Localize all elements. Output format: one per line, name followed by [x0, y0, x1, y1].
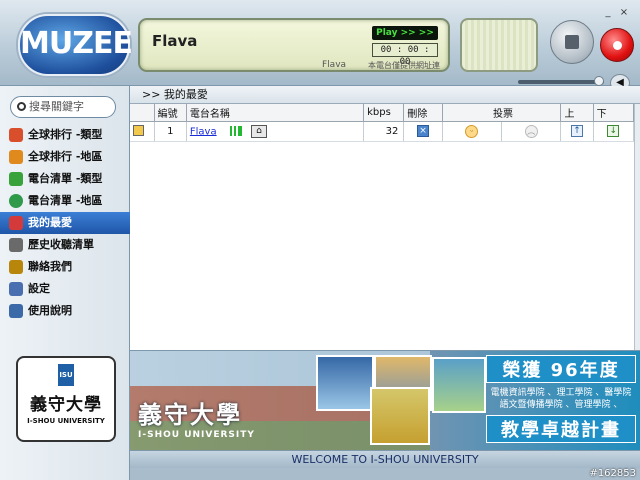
banner-school-zh: 義守大學 — [138, 401, 242, 429]
sidebar-item-help[interactable]: 使用說明 — [0, 300, 130, 322]
close-icon[interactable]: × — [618, 8, 630, 18]
col-header-delete: 刪除 — [403, 104, 443, 122]
globe-genre-icon — [9, 128, 23, 142]
vote-dislike-icon[interactable]: ︵ — [524, 124, 538, 138]
school-logo[interactable]: ISU 義守大學 I-SHOU UNIVERSITY — [16, 356, 116, 442]
delete-icon[interactable]: × — [416, 125, 429, 137]
award-title: 榮獲 96年度 — [486, 355, 636, 383]
sidebar-item-station-region[interactable]: 電台清單 -地區 — [0, 190, 130, 212]
banner-photo — [370, 387, 430, 445]
earth-icon — [9, 194, 23, 208]
school-name-zh: 義守大學 — [30, 395, 102, 415]
sidebar-item-global-genre[interactable]: 全球排行 -類型 — [0, 124, 130, 146]
row-number: 1 — [154, 121, 187, 142]
row-up-cell: ↑ — [560, 121, 594, 142]
sidebar-item-settings[interactable]: 設定 — [0, 278, 130, 300]
sidebar-item-label: 聯絡我們 — [28, 260, 72, 273]
contact-icon — [9, 260, 23, 274]
col-header-kbps[interactable]: kbps — [363, 104, 405, 122]
sidebar-item-contact[interactable]: 聯絡我們 — [0, 256, 130, 278]
favorites-table: 編號 電台名稱 kbps 刪除 投票 上 下 1 Flava ⌂ 32 × ᵕ … — [130, 104, 635, 142]
breadcrumb: >> 我的最愛 — [130, 86, 640, 104]
isu-mark: ISU — [58, 364, 74, 386]
sidebar-item-label: 歷史收聽清單 — [28, 238, 94, 251]
sidebar-item-label: 電台清單 -類型 — [28, 172, 103, 185]
banner-photo — [432, 357, 486, 413]
now-playing-display: Flava Play >> >> 00 : 00 : 00 Flava 本電台僅… — [138, 18, 450, 72]
move-down-icon[interactable]: ↓ — [607, 125, 620, 137]
sub-station-name: Flava — [322, 60, 347, 70]
table-row[interactable]: 1 Flava ⌂ 32 × ᵕ ︵ ↑ ↓ — [130, 121, 635, 142]
status-bar: WELCOME TO I-SHOU UNIVERSITY — [130, 450, 640, 468]
sidebar-item-label: 全球排行 -地區 — [28, 150, 103, 163]
play-status: Play >> >> — [372, 26, 438, 40]
sidebar-item-history[interactable]: 歷史收聽清單 — [0, 234, 130, 256]
award-subtitle: 教學卓越計畫 — [486, 415, 636, 443]
col-header-up: 上 — [560, 104, 594, 122]
settings-icon — [9, 282, 23, 296]
row-down-cell: ↓ — [593, 121, 635, 142]
sidebar-item-label: 設定 — [28, 282, 50, 295]
search-placeholder: 搜尋關鍵字 — [29, 100, 84, 113]
station-note: 本電台僅提供網址連 — [368, 61, 440, 70]
col-header-down: 下 — [593, 104, 635, 122]
move-up-icon[interactable]: ↑ — [571, 125, 584, 137]
row-delete-cell: × — [403, 121, 443, 142]
music-note-icon — [9, 172, 23, 186]
table-header-row: 編號 電台名稱 kbps 刪除 投票 上 下 — [130, 104, 635, 122]
history-icon — [9, 238, 23, 252]
sidebar-item-label: 電台清單 -地區 — [28, 194, 103, 207]
stop-button[interactable] — [550, 20, 594, 64]
col-header-vote: 投票 — [442, 104, 562, 122]
promo-banner[interactable]: 義守大學 I-SHOU UNIVERSITY 榮獲 96年度 電機資訊學院 、理… — [130, 350, 640, 450]
main-panel: >> 我的最愛 編號 電台名稱 kbps 刪除 投票 上 下 1 Flava ⌂… — [130, 86, 640, 350]
banner-school-name: 義守大學 I-SHOU UNIVERSITY — [138, 395, 255, 440]
banner-award: 榮獲 96年度 電機資訊學院 、理工學院 、醫學院 語文暨傳播學院 、管理學院 … — [486, 355, 636, 443]
row-icon-cell — [130, 121, 155, 142]
award-desc-line: 語文暨傳播學院 、管理學院 、 — [499, 400, 623, 410]
vote-like-icon[interactable]: ᵕ — [465, 124, 479, 138]
station-icon — [133, 125, 144, 137]
minimize-icon[interactable]: _ — [602, 8, 614, 18]
search-input[interactable]: 搜尋關鍵字 — [10, 96, 116, 118]
banner-photo — [316, 355, 374, 411]
sidebar-item-favorites[interactable]: 我的最愛 — [0, 212, 130, 234]
banner-school-en: I-SHOU UNIVERSITY — [138, 430, 255, 440]
home-icon[interactable]: ⌂ — [250, 124, 267, 138]
visualizer-panel — [460, 18, 538, 72]
row-kbps: 32 — [363, 121, 405, 142]
help-book-icon — [9, 304, 23, 318]
col-header-icon — [130, 104, 155, 122]
sidebar-item-label: 全球排行 -類型 — [28, 128, 103, 141]
play-timer: 00 : 00 : 00 — [372, 43, 438, 67]
row-vote-like-cell: ᵕ — [442, 121, 503, 142]
school-name-en: I-SHOU UNIVERSITY — [27, 417, 105, 425]
volume-slider[interactable] — [518, 76, 604, 86]
record-button[interactable] — [600, 28, 634, 62]
nav-list: 全球排行 -類型 全球排行 -地區 電台清單 -類型 電台清單 -地區 我的最愛… — [0, 124, 130, 322]
station-name: Flava — [152, 32, 198, 50]
col-header-station[interactable]: 電台名稱 — [186, 104, 365, 122]
sidebar: 搜尋關鍵字 全球排行 -類型 全球排行 -地區 電台清單 -類型 電台清單 -地… — [0, 86, 130, 480]
station-link[interactable]: Flava — [190, 126, 217, 137]
globe-region-icon — [9, 150, 23, 164]
signal-strength-icon — [229, 126, 242, 136]
volume-knob[interactable] — [594, 76, 604, 86]
heart-icon — [9, 216, 23, 230]
sidebar-item-label: 我的最愛 — [28, 216, 72, 229]
search-icon — [17, 102, 26, 111]
award-desc-line: 電機資訊學院 、理工學院 、醫學院 — [490, 388, 632, 398]
app-logo: MUZEE — [18, 14, 133, 76]
col-header-number[interactable]: 編號 — [154, 104, 187, 122]
sidebar-item-label: 使用說明 — [28, 304, 72, 317]
sidebar-item-station-genre[interactable]: 電台清單 -類型 — [0, 168, 130, 190]
sidebar-item-global-region[interactable]: 全球排行 -地區 — [0, 146, 130, 168]
table-scrollbar[interactable] — [634, 104, 640, 350]
row-station-cell: Flava ⌂ — [186, 121, 365, 142]
row-vote-dislike-cell: ︵ — [501, 121, 562, 142]
watermark: #162853 — [589, 468, 636, 479]
top-bar: MUZEE Flava Play >> >> 00 : 00 : 00 Flav… — [0, 0, 640, 92]
award-description: 電機資訊學院 、理工學院 、醫學院 語文暨傳播學院 、管理學院 、 — [486, 387, 636, 411]
